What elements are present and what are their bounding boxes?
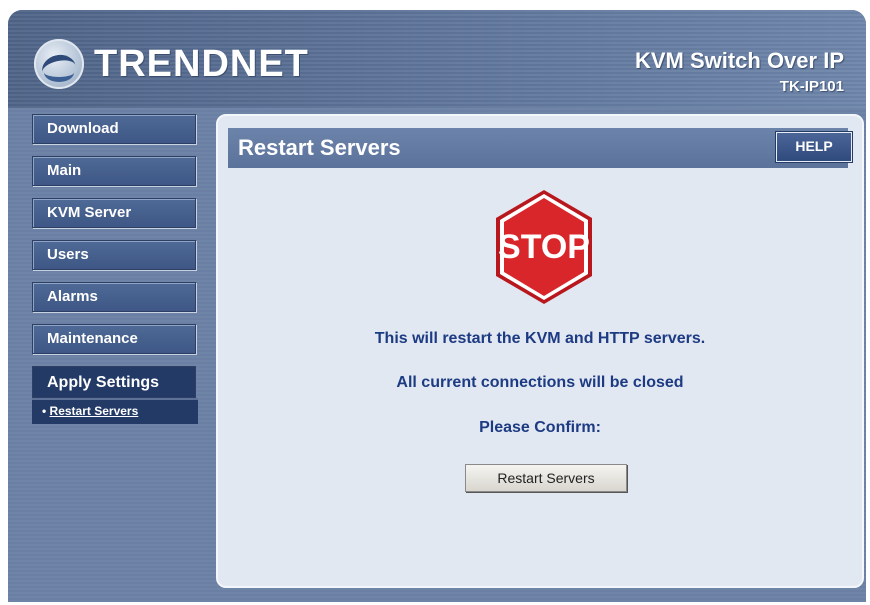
sidebar-item-alarms[interactable]: Alarms	[32, 282, 196, 312]
sidebar-item-apply-settings[interactable]: Apply Settings	[32, 366, 196, 398]
stop-sign-text: STOP	[498, 228, 590, 266]
model-number: TK-IP101	[779, 78, 844, 95]
logo-text: TRENDNET	[94, 42, 309, 85]
stop-sign-icon: STOP	[492, 188, 596, 306]
restart-message: This will restart the KVM and HTTP serve…	[374, 330, 706, 347]
page-title: Restart Servers	[228, 128, 848, 168]
content-panel: Restart Servers HELP STOP This will rest…	[216, 114, 864, 588]
restart-servers-link[interactable]: Restart Servers	[50, 404, 139, 418]
header: TRENDNET KVM Switch Over IP TK-IP101	[8, 10, 866, 108]
confirm-prompt: Please Confirm:	[479, 419, 601, 436]
sidebar-item-main[interactable]: Main	[32, 156, 196, 186]
sidebar-item-kvm-server[interactable]: KVM Server	[32, 198, 196, 228]
brand-logo: TRENDNET	[34, 36, 309, 92]
help-button[interactable]: HELP	[776, 132, 852, 162]
bullet-icon: •	[42, 404, 50, 418]
sidebar-item-download[interactable]: Download	[32, 114, 196, 144]
connections-warning: All current connections will be closed	[396, 374, 684, 391]
app-frame: TRENDNET KVM Switch Over IP TK-IP101 Dow…	[8, 10, 866, 602]
product-title: KVM Switch Over IP	[634, 48, 844, 73]
sidebar-subitem-restart-servers: • Restart Servers	[32, 398, 198, 424]
restart-servers-button[interactable]: Restart Servers	[465, 464, 627, 492]
sidebar-item-maintenance[interactable]: Maintenance	[32, 324, 196, 354]
sidebar: Download Main KVM Server Users Alarms Ma…	[32, 114, 198, 424]
sidebar-item-users[interactable]: Users	[32, 240, 196, 270]
trendnet-logo-icon	[34, 39, 84, 89]
